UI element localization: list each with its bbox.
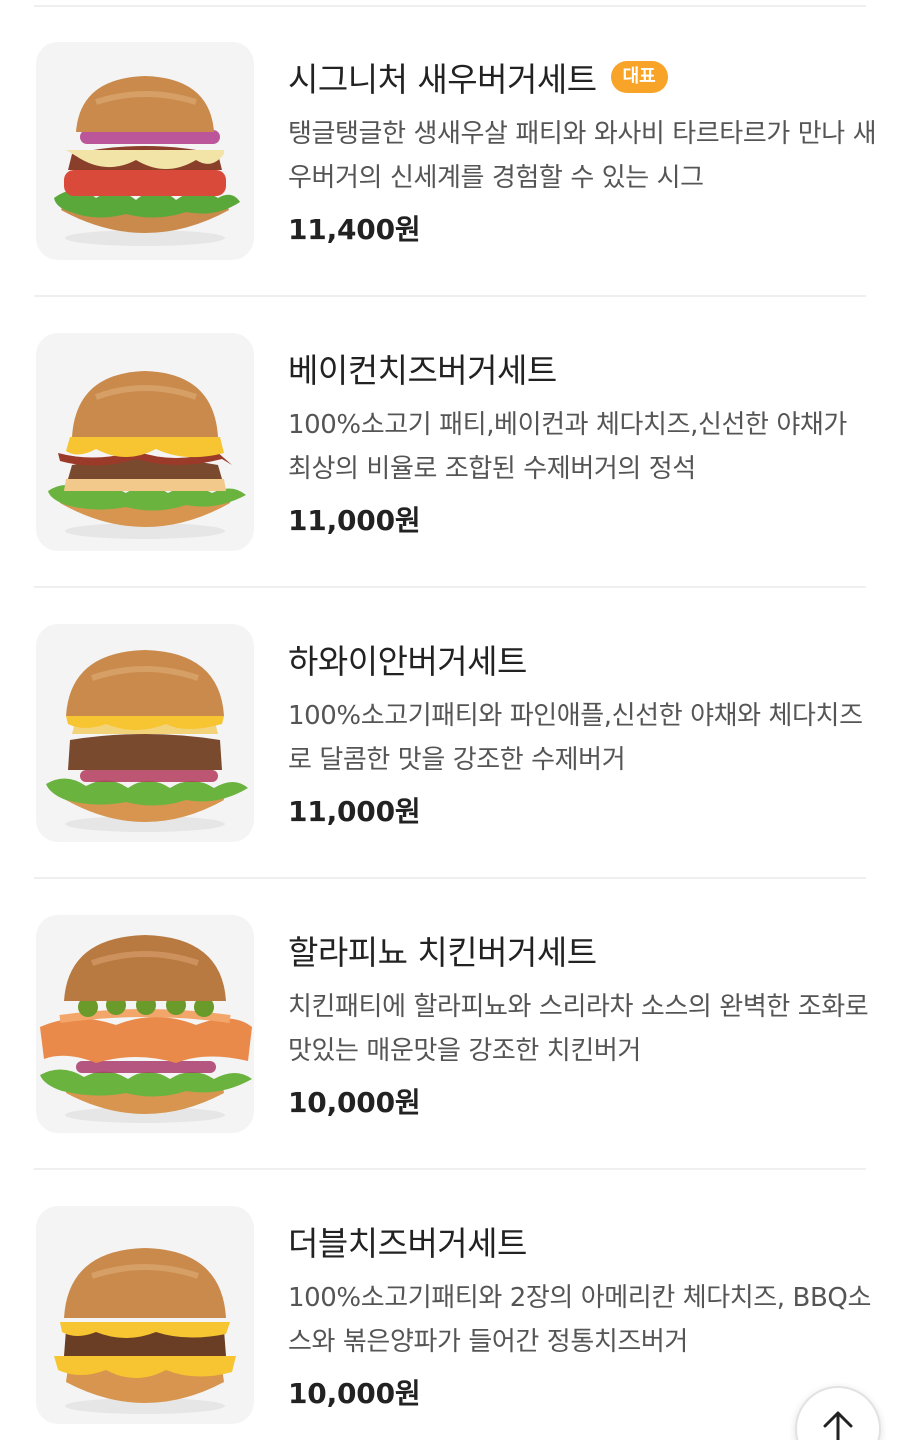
- menu-item-name: 할라피뇨 치킨버거세트: [288, 933, 597, 972]
- menu-item-shrimp-burger-set[interactable]: 시그니처 새우버거세트 대표 탱글탱글한 생새우살 패티와 와사비 타르타르가 …: [0, 0, 900, 297]
- menu-item-price: 11,400원: [288, 213, 421, 246]
- menu-item-info: 할라피뇨 치킨버거세트 치킨패티에 할라피뇨와 스리라차 소스의 완벽한 조화로…: [288, 925, 878, 1121]
- jalapeno-chicken-burger-image[interactable]: [36, 915, 254, 1133]
- menu-item-description: 치킨패티에 할라피뇨와 스리라차 소스의 완벽한 조화로 맛있는 매운맛을 강조…: [288, 992, 869, 1066]
- representative-badge: 대표: [610, 61, 668, 93]
- menu-item-description: 탱글탱글한 생새우살 패티와 와사비 타르타르가 만나 새우버거의 신세계를 경…: [288, 119, 877, 193]
- menu-item-jalapeno-chicken-burger-set[interactable]: 할라피뇨 치킨버거세트 치킨패티에 할라피뇨와 스리라차 소스의 완벽한 조화로…: [0, 873, 900, 1170]
- menu-item-info: 베이컨치즈버거세트 100%소고기 패티,베이컨과 체다치즈,신선한 야채가 최…: [288, 343, 878, 539]
- bacon-cheese-burger-image[interactable]: [36, 333, 254, 551]
- menu-item-name: 베이컨치즈버거세트: [288, 351, 557, 390]
- menu-item-info: 시그니처 새우버거세트 대표 탱글탱글한 생새우살 패티와 와사비 타르타르가 …: [288, 52, 878, 248]
- menu-item-bacon-cheese-burger-set[interactable]: 베이컨치즈버거세트 100%소고기 패티,베이컨과 체다치즈,신선한 야채가 최…: [0, 291, 900, 588]
- menu-item-name: 시그니처 새우버거세트: [288, 60, 597, 99]
- arrow-up-icon: [823, 1411, 853, 1440]
- menu-item-description: 100%소고기 패티,베이컨과 체다치즈,신선한 야채가 최상의 비율로 조합된…: [288, 410, 847, 484]
- menu-item-hawaiian-burger-set[interactable]: 하와이안버거세트 100%소고기패티와 파인애플,신선한 야채와 체다치즈로 달…: [0, 582, 900, 879]
- menu-item-name: 하와이안버거세트: [288, 642, 527, 681]
- shrimp-burger-image[interactable]: [36, 42, 254, 260]
- menu-item-name: 더블치즈버거세트: [288, 1224, 527, 1263]
- menu-item-description: 100%소고기패티와 파인애플,신선한 야채와 체다치즈로 달콤한 맛을 강조한…: [288, 701, 863, 775]
- menu-item-price: 11,000원: [288, 795, 421, 828]
- menu-item-info: 더블치즈버거세트 100%소고기패티와 2장의 아메리칸 체다치즈, BBQ소스…: [288, 1216, 878, 1412]
- menu-item-price: 11,000원: [288, 504, 421, 537]
- menu-page: 시그니처 새우버거세트 대표 탱글탱글한 생새우살 패티와 와사비 타르타르가 …: [0, 0, 900, 1440]
- double-cheese-burger-image[interactable]: [36, 1206, 254, 1424]
- menu-item-double-cheese-burger-set[interactable]: 더블치즈버거세트 100%소고기패티와 2장의 아메리칸 체다치즈, BBQ소스…: [0, 1164, 900, 1440]
- menu-item-description: 100%소고기패티와 2장의 아메리칸 체다치즈, BBQ소스와 볶은양파가 들…: [288, 1283, 871, 1357]
- menu-item-price: 10,000원: [288, 1086, 421, 1119]
- hawaiian-burger-image[interactable]: [36, 624, 254, 842]
- menu-item-info: 하와이안버거세트 100%소고기패티와 파인애플,신선한 야채와 체다치즈로 달…: [288, 634, 878, 830]
- menu-item-price: 10,000원: [288, 1377, 421, 1410]
